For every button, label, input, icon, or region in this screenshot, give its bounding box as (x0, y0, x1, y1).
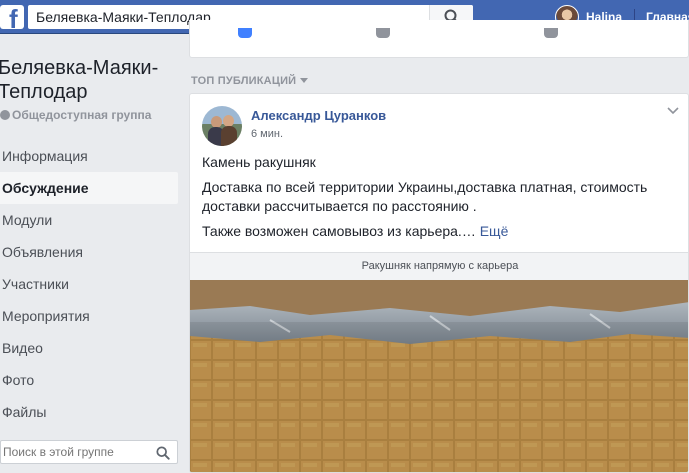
feed-post: Александр Цуранков 6 мин. Камень ракушня… (189, 93, 689, 473)
post-line: Также возможен самовывоз из карьера.… Ещ… (202, 223, 509, 239)
nav-item-videos[interactable]: Видео (0, 332, 178, 364)
caret-down-icon (300, 78, 309, 83)
nav-item-announcements[interactable]: Объявления (0, 236, 178, 268)
feed-sort-label[interactable]: ТОП ПУБЛИКАЦИЙ (191, 75, 309, 87)
see-more-link[interactable]: Ещё (480, 223, 509, 239)
group-privacy-label: Общедоступная группа (0, 108, 151, 122)
post-line: Доставка по всей территории Украины,дост… (202, 179, 648, 214)
search-icon[interactable] (156, 446, 170, 460)
group-title[interactable]: Беляевка-Маяки-Теплодар (0, 56, 178, 104)
nav-item-photos[interactable]: Фото (0, 364, 178, 396)
nav-item-discussion[interactable]: Обсуждение (0, 172, 178, 204)
globe-icon (0, 110, 10, 120)
post-image[interactable] (190, 280, 688, 472)
post-author[interactable]: Александр Цуранков (251, 108, 386, 123)
chevron-down-icon[interactable] (667, 107, 679, 115)
nav-item-files[interactable]: Файлы (0, 396, 178, 428)
facebook-logo-icon[interactable]: f (0, 5, 24, 29)
post-body: Камень ракушняк Доставка по всей террито… (202, 153, 678, 247)
photo-video-icon[interactable] (238, 28, 252, 38)
group-navigation: Информация Обсуждение Модули Объявления … (0, 140, 178, 428)
nav-item-units[interactable]: Модули (0, 204, 178, 236)
post-line: Камень ракушняк (202, 154, 316, 170)
post-composer-actions (189, 20, 689, 58)
post-timestamp[interactable]: 6 мин. (251, 128, 283, 140)
more-icon[interactable] (544, 28, 558, 38)
attachment-caption: Ракушняк напрямую с карьера (190, 252, 688, 280)
nav-item-events[interactable]: Мероприятия (0, 300, 178, 332)
tag-icon[interactable] (376, 28, 390, 38)
stone-blocks-photo (190, 280, 688, 472)
nav-item-info[interactable]: Информация (0, 140, 178, 172)
group-search (0, 440, 178, 464)
author-avatar[interactable] (202, 106, 242, 146)
nav-item-members[interactable]: Участники (0, 268, 178, 300)
